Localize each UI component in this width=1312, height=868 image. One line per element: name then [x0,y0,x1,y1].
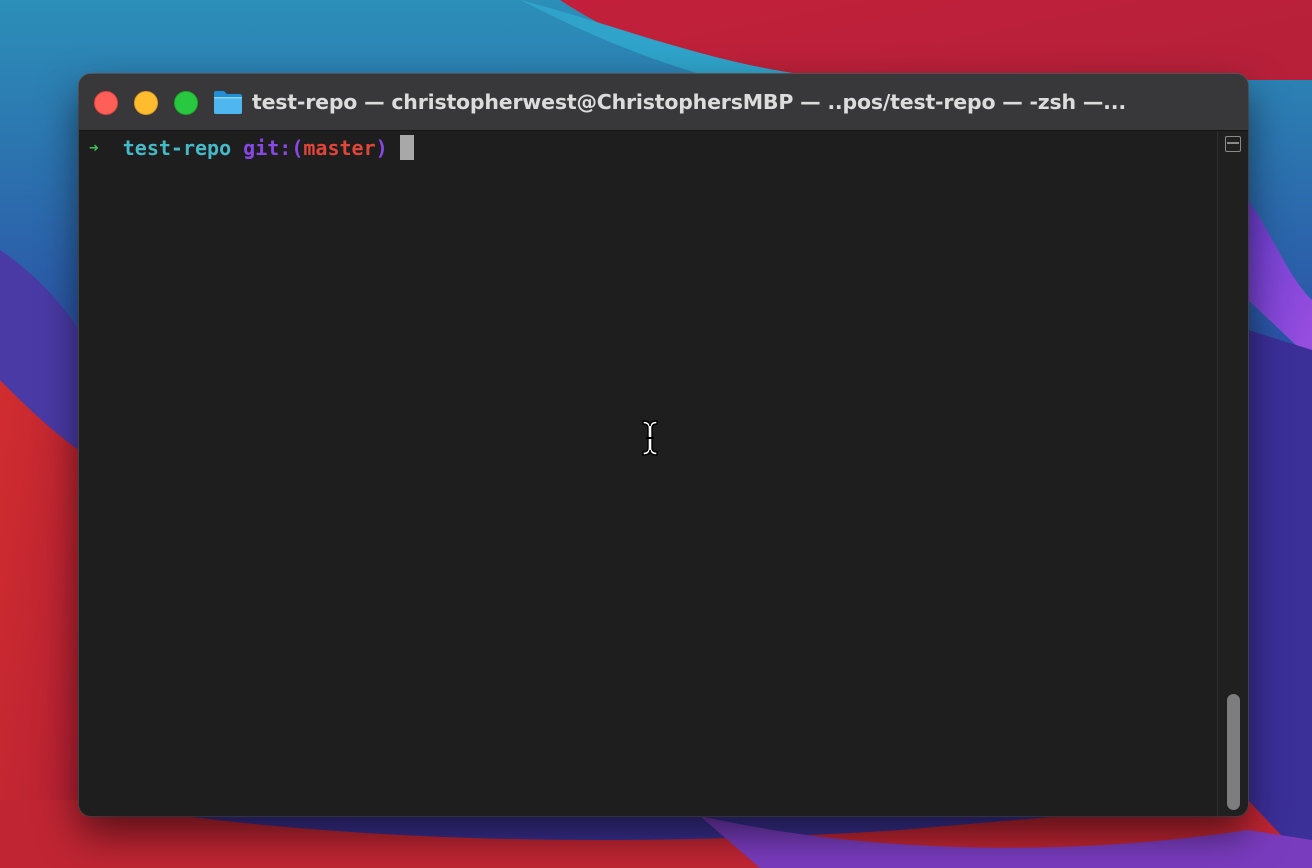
prompt-git-label: git:( [243,136,304,160]
text-cursor [399,135,414,160]
split-pane-icon[interactable] [1225,136,1241,152]
window-title: test-repo — christopherwest@Christophers… [252,90,1126,114]
folder-icon [214,91,242,114]
scrollbar-thumb[interactable] [1227,694,1240,810]
minimize-button[interactable] [134,91,158,115]
shell-prompt: ➜ test-repo git:(master) [89,135,414,161]
prompt-arrow-icon: ➜ [89,138,99,157]
zoom-button[interactable] [174,91,198,115]
terminal-content[interactable]: ➜ test-repo git:(master) [79,131,1218,816]
prompt-directory: test-repo [122,136,232,160]
title-bar[interactable]: test-repo — christopherwest@Christophers… [79,74,1248,131]
vertical-scrollbar[interactable] [1217,131,1248,816]
close-button[interactable] [94,91,118,115]
prompt-git-branch: master [303,136,376,160]
terminal-window: test-repo — christopherwest@Christophers… [79,74,1248,816]
prompt-git-close: ) [375,136,388,160]
ibeam-cursor-icon [642,420,658,456]
